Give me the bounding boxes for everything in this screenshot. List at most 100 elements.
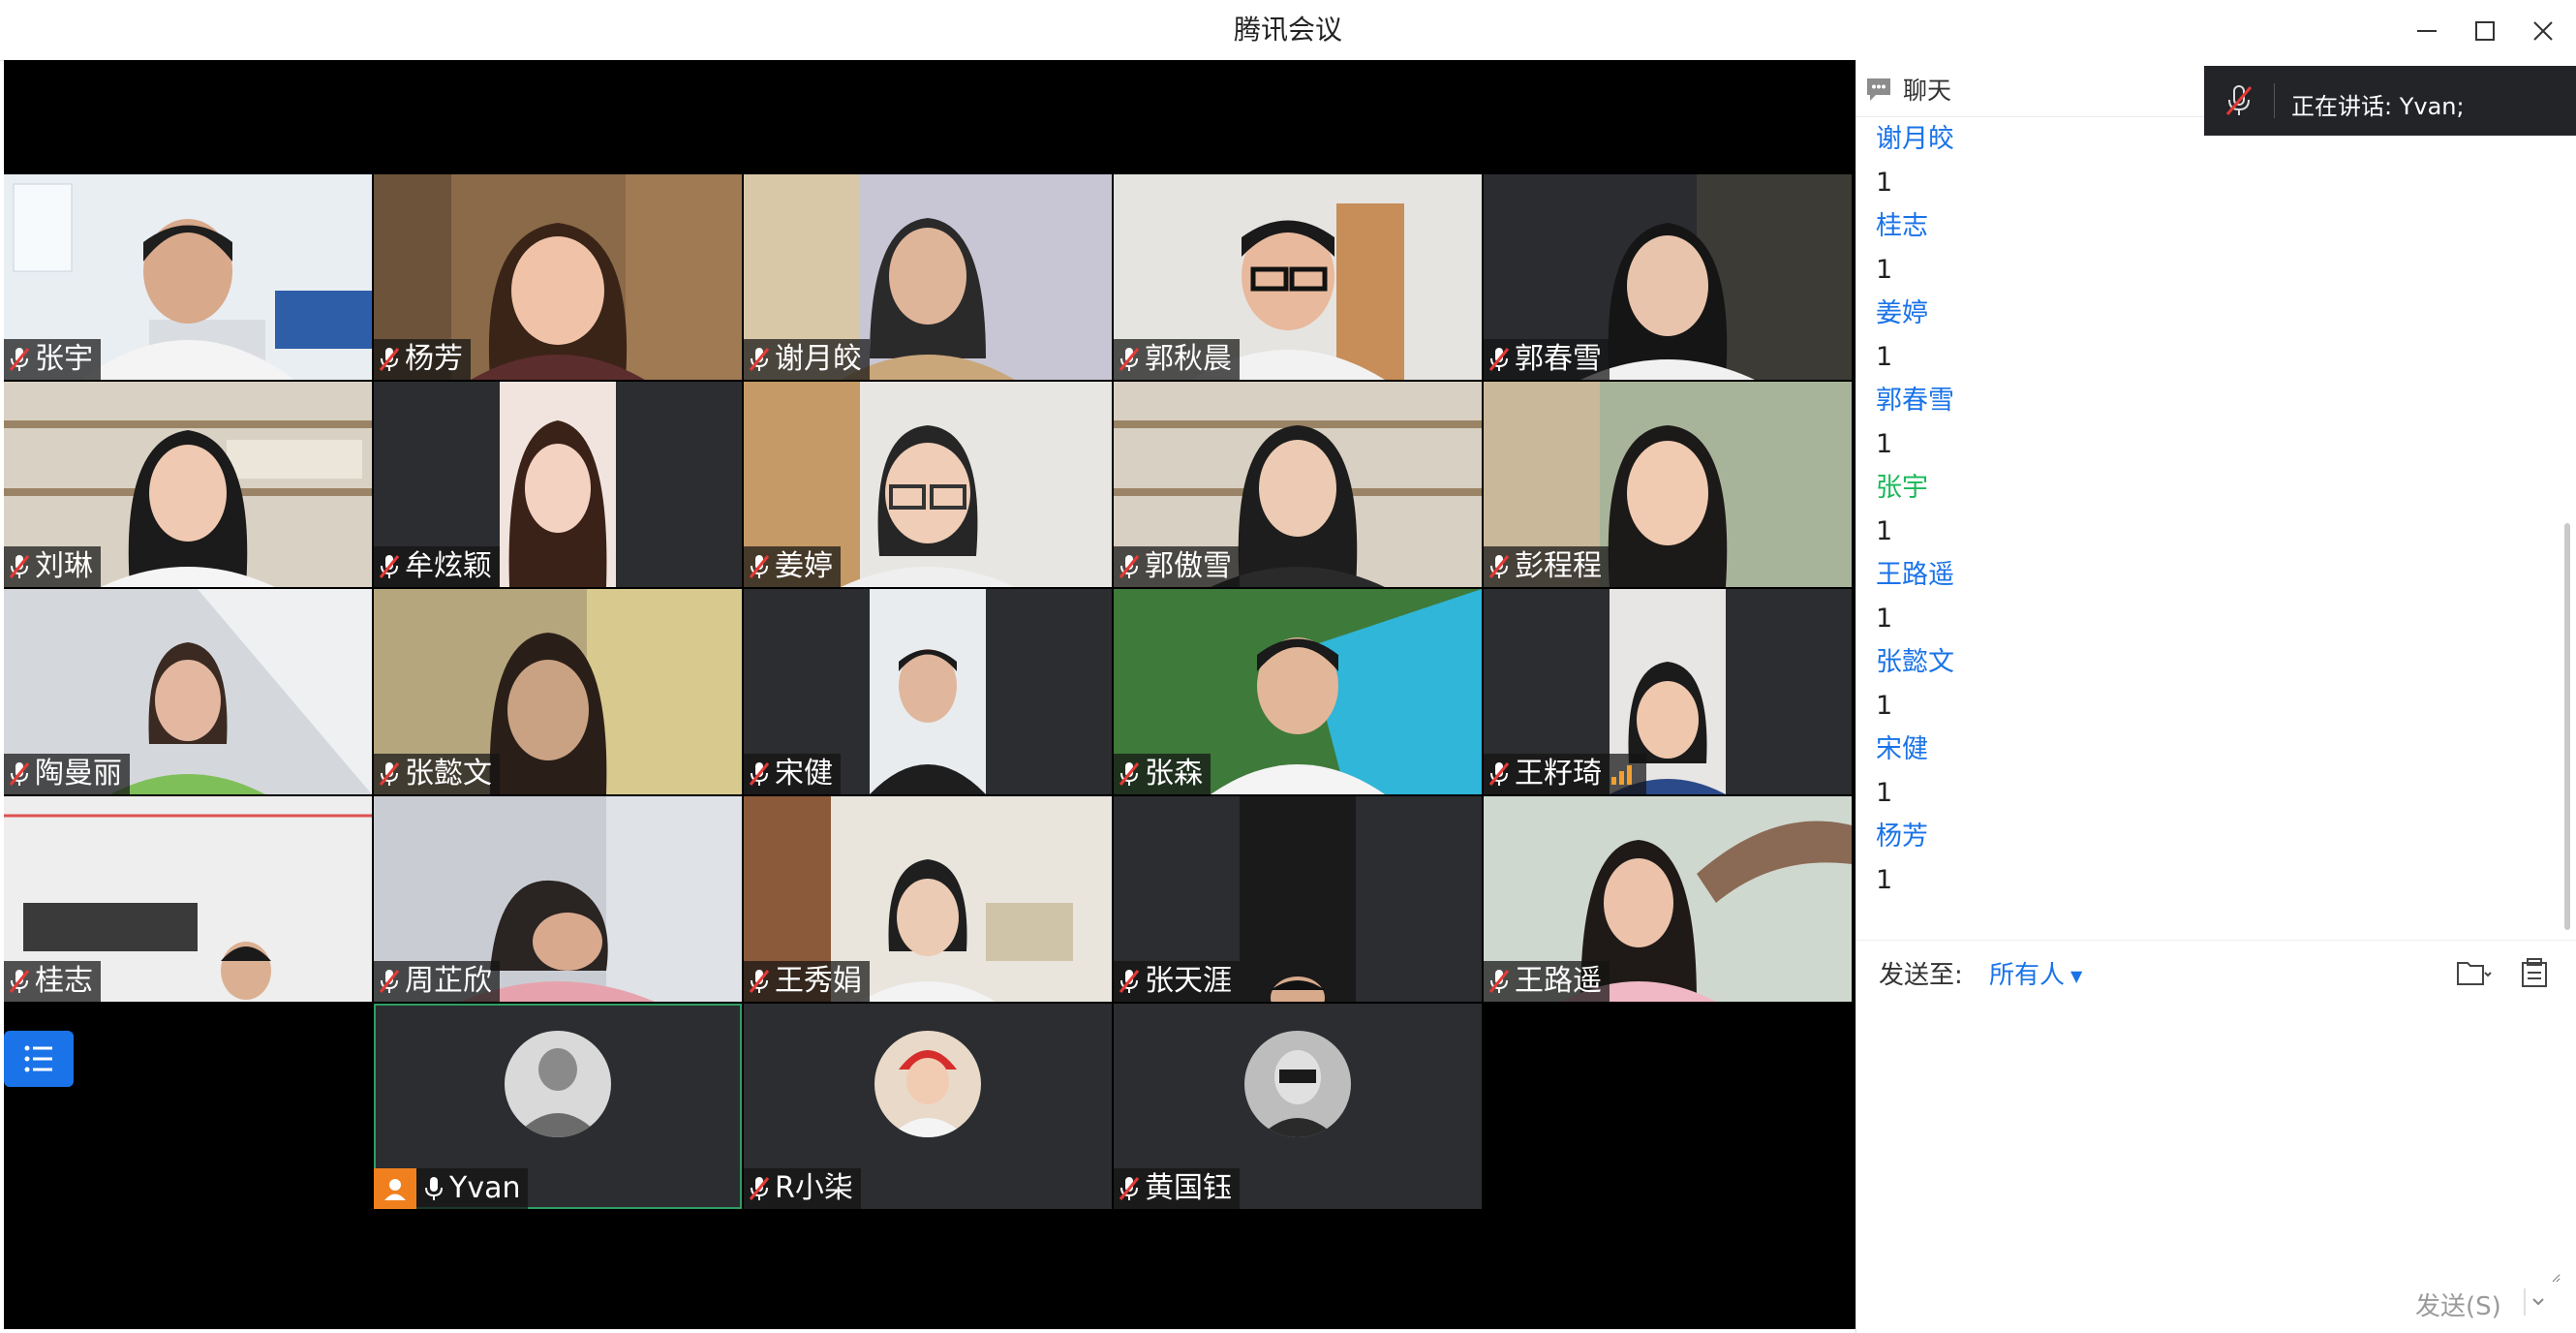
window-title: 腾讯会议 xyxy=(1233,14,1342,46)
host-badge xyxy=(374,1168,416,1209)
video-tile[interactable]: 郭秋晨 xyxy=(1114,174,1482,380)
video-tile[interactable]: 杨芳 xyxy=(374,174,742,380)
chat-messages: 谢月皎 1 桂志 1 姜婷 1 郭春雪 1 张宇 1 王路遥 1 张懿文 1 宋… xyxy=(1876,118,2534,903)
message-text: 1 xyxy=(1876,255,1893,285)
message-text: 1 xyxy=(1876,604,1893,634)
participant-nameplate: 彭程程 xyxy=(1484,546,1610,587)
video-tile[interactable]: 姜婷 xyxy=(744,382,1112,587)
announcement-icon[interactable] xyxy=(2516,953,2555,992)
maximize-icon[interactable] xyxy=(2464,10,2506,52)
mic-on-icon xyxy=(425,1177,443,1200)
person-icon xyxy=(384,1179,406,1200)
participant-name: 陶曼丽 xyxy=(35,757,122,790)
participant-nameplate: 黄国钰 xyxy=(1114,1168,1240,1209)
participant-name: 郭春雪 xyxy=(1515,342,1602,376)
message-text: 1 xyxy=(1876,168,1893,198)
participant-name: 牟炫颖 xyxy=(405,549,492,583)
video-tile[interactable]: 谢月皎 xyxy=(744,174,1112,380)
avatar xyxy=(1244,1031,1351,1137)
participant-name: Yvan xyxy=(449,1171,521,1205)
participant-name: 郭傲雪 xyxy=(1145,549,1232,583)
participant-nameplate: 刘琳 xyxy=(4,546,101,587)
video-tile[interactable]: 彭程程 xyxy=(1484,382,1852,587)
participant-nameplate: 张宇 xyxy=(4,339,101,380)
speaking-label: 正在讲话: Yvan; xyxy=(2291,93,2465,120)
mic-muted-icon xyxy=(9,555,30,578)
video-tile[interactable]: 张宇 xyxy=(4,174,372,380)
minimize-icon[interactable] xyxy=(2406,10,2448,52)
mic-muted-icon xyxy=(749,762,770,786)
video-tile[interactable]: 郭春雪 xyxy=(1484,174,1852,380)
video-tile[interactable]: 王秀娟 xyxy=(744,796,1112,1002)
participant-nameplate: 周芷欣 xyxy=(374,961,500,1002)
video-grid: 张宇 杨芳 谢月皎 郭秋晨 郭春雪 刘琳 牟炫颖 姜婷 郭傲雪 彭程程 陶曼丽 … xyxy=(4,60,1855,1329)
participant-nameplate: 姜婷 xyxy=(744,546,841,587)
mic-muted-icon xyxy=(1488,970,1510,993)
mic-muted-icon xyxy=(749,348,770,371)
participant-list-button[interactable] xyxy=(4,1031,74,1087)
message-sender: 郭春雪 xyxy=(1876,386,1954,416)
participant-nameplate: 郭傲雪 xyxy=(1114,546,1240,587)
participant-name: 谢月皎 xyxy=(775,342,862,376)
mic-muted-icon xyxy=(1119,970,1140,993)
participant-name: 黄国钰 xyxy=(1145,1171,1232,1205)
chat-scrollbar[interactable] xyxy=(2564,523,2570,930)
mic-muted-icon xyxy=(2225,85,2253,115)
mic-muted-icon xyxy=(749,970,770,993)
video-tile[interactable]: 周芷欣 xyxy=(374,796,742,1002)
participant-nameplate: 张天涯 xyxy=(1114,961,1240,1002)
mic-muted-icon xyxy=(1119,348,1140,371)
message-sender: 张懿文 xyxy=(1876,647,1954,677)
chat-title: 聊天 xyxy=(1903,77,1952,105)
chat-input[interactable] xyxy=(1869,1008,2561,1283)
video-tile[interactable]: 张森 xyxy=(1114,589,1482,794)
message-text: 1 xyxy=(1876,429,1893,459)
video-tile[interactable]: 黄国钰 xyxy=(1114,1004,1482,1209)
caret-down-icon: ▼ xyxy=(2070,967,2083,985)
mic-muted-icon xyxy=(1119,1177,1140,1200)
video-tile[interactable]: 桂志 xyxy=(4,796,372,1002)
mic-muted-icon xyxy=(9,348,30,371)
participant-nameplate: 张懿文 xyxy=(374,754,500,794)
video-tile[interactable]: 牟炫颖 xyxy=(374,382,742,587)
participant-name: 张宇 xyxy=(35,342,93,376)
video-tile[interactable]: 王籽琦 xyxy=(1484,589,1852,794)
mic-muted-icon xyxy=(1488,762,1510,786)
participant-nameplate: 陶曼丽 xyxy=(4,754,130,794)
message-sender: 宋健 xyxy=(1876,734,1928,764)
participant-nameplate: R小柒 xyxy=(744,1168,861,1209)
send-button[interactable]: 发送(S) xyxy=(2415,1286,2501,1322)
message-sender: 王路遥 xyxy=(1876,560,1954,590)
video-tile[interactable]: 张天涯 xyxy=(1114,796,1482,1002)
mic-muted-icon xyxy=(379,555,400,578)
message-sender: 杨芳 xyxy=(1876,822,1928,852)
mic-muted-icon xyxy=(1488,555,1510,578)
chat-divider xyxy=(1855,940,2576,941)
avatar xyxy=(874,1031,981,1137)
participant-name: 张森 xyxy=(1145,757,1203,790)
mic-muted-icon xyxy=(9,970,30,993)
chevron-down-icon[interactable] xyxy=(2524,1285,2553,1319)
participant-nameplate: 桂志 xyxy=(4,961,101,1002)
message-text: 1 xyxy=(1876,778,1893,808)
participant-name: 彭程程 xyxy=(1515,549,1602,583)
participant-name: 桂志 xyxy=(35,964,93,998)
send-to-label: 发送至: xyxy=(1879,961,1963,990)
video-tile[interactable]: 陶曼丽 xyxy=(4,589,372,794)
video-tile[interactable]: 宋健 xyxy=(744,589,1112,794)
close-icon[interactable] xyxy=(2522,10,2564,52)
message-text: 1 xyxy=(1876,516,1893,546)
video-tile[interactable]: 刘琳 xyxy=(4,382,372,587)
video-tile[interactable]: 郭傲雪 xyxy=(1114,382,1482,587)
participant-nameplate: 牟炫颖 xyxy=(374,546,500,587)
mic-muted-icon xyxy=(1488,348,1510,371)
folder-icon[interactable] xyxy=(2454,953,2493,992)
avatar xyxy=(505,1031,611,1137)
video-tile[interactable]: 王路遥 xyxy=(1484,796,1852,1002)
participant-name: R小柒 xyxy=(775,1171,853,1205)
mic-muted-icon xyxy=(1119,762,1140,786)
video-tile[interactable]: R小柒 xyxy=(744,1004,1112,1209)
video-tile[interactable]: 张懿文 xyxy=(374,589,742,794)
recipient-dropdown[interactable]: 所有人 ▼ xyxy=(1989,955,2082,991)
video-tile[interactable]: Yvan xyxy=(374,1004,742,1209)
